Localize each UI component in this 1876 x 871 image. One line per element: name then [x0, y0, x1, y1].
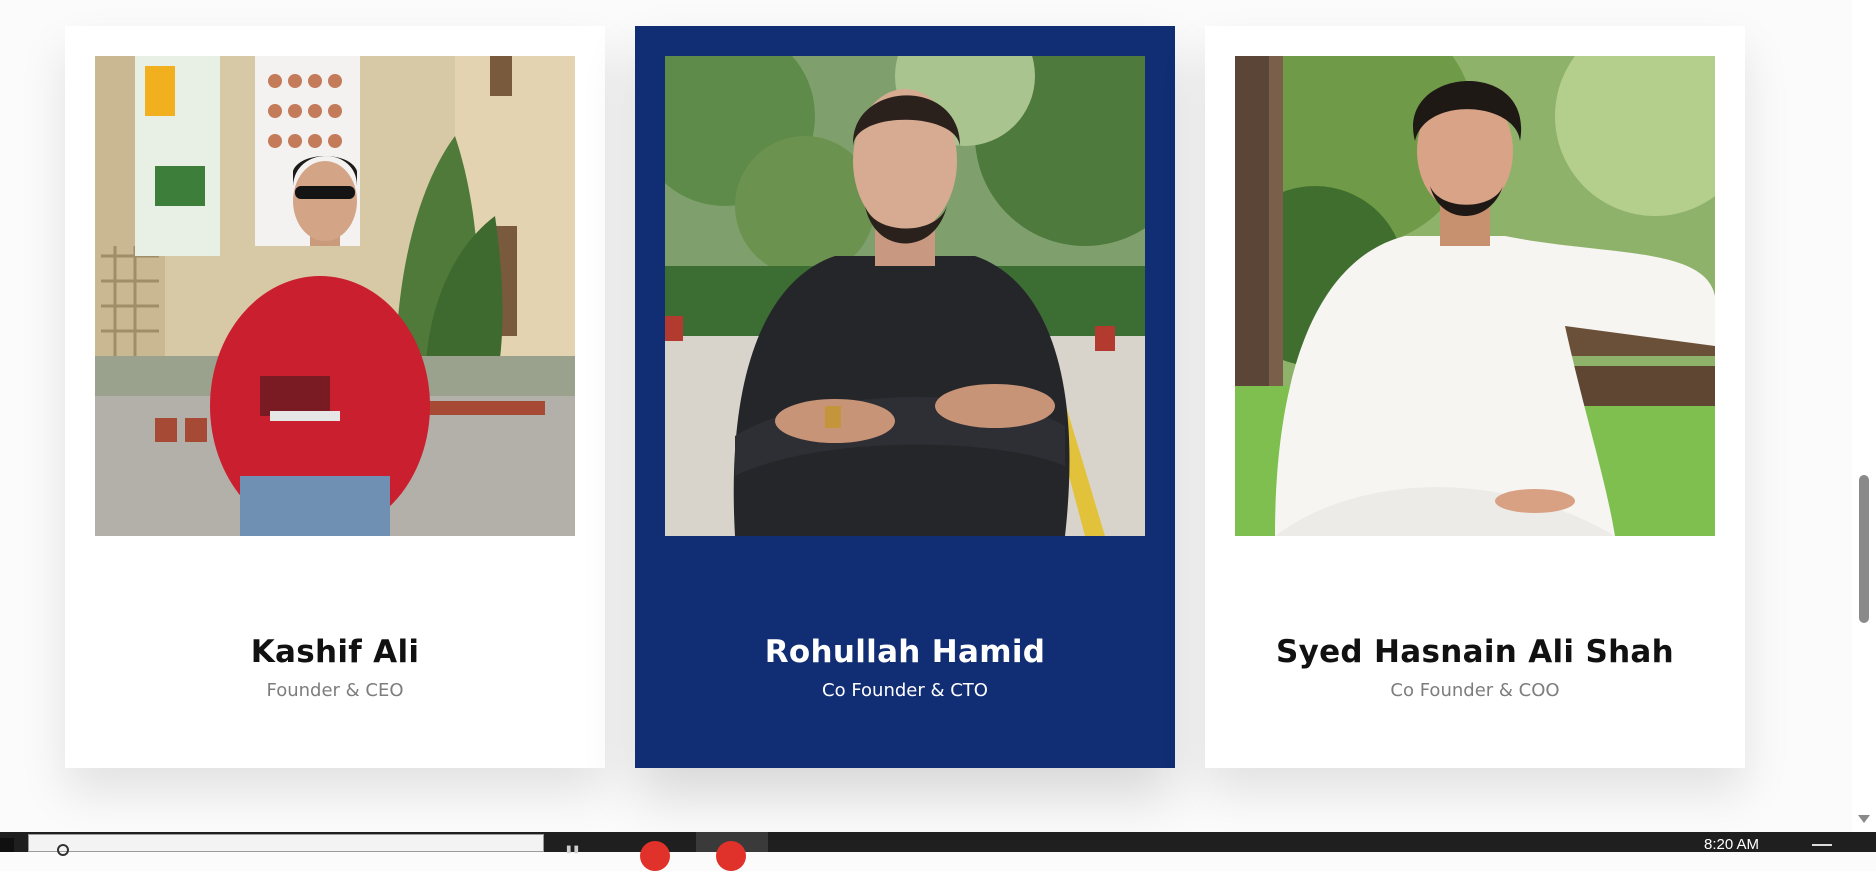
notification-icon[interactable]: [1812, 844, 1832, 854]
member-name: Rohullah Hamid: [764, 634, 1046, 670]
team-photo-kashif-ali: [95, 56, 575, 536]
page-scrollbar[interactable]: [1852, 0, 1876, 832]
member-role: Founder & CEO: [266, 680, 404, 701]
team-card-syed-hasnain-ali-shah: Syed Hasnain Ali Shah Co Founder & COO: [1205, 26, 1745, 768]
scrollbar-thumb[interactable]: [1859, 475, 1869, 623]
scroll-down-arrow-icon[interactable]: [1858, 815, 1870, 823]
team-photo-syed-hasnain-ali-shah: [1235, 56, 1715, 536]
taskbar-app-icon[interactable]: [716, 841, 746, 871]
search-icon: [57, 844, 69, 856]
member-name: Kashif Ali: [250, 634, 420, 670]
start-button-icon[interactable]: [0, 838, 14, 852]
team-card-kashif-ali: Kashif Ali Founder & CEO: [65, 26, 605, 768]
team-card-rohullah-hamid: Rohullah Hamid Co Founder & CTO: [635, 26, 1175, 768]
os-taskbar: ▮▮ 8:20 AM: [0, 832, 1876, 871]
member-role: Co Founder & COO: [1390, 680, 1560, 701]
task-view-icon[interactable]: ▮▮: [566, 844, 581, 855]
team-section: Kashif Ali Founder & CEO Rohullah Hamid …: [0, 0, 1852, 832]
taskbar-app-icon[interactable]: [640, 841, 670, 871]
member-name: Syed Hasnain Ali Shah: [1275, 634, 1675, 670]
taskbar-clock[interactable]: 8:20 AM: [1704, 836, 1759, 853]
team-photo-rohullah-hamid: [665, 56, 1145, 536]
taskbar-search-box[interactable]: [28, 834, 544, 856]
member-role: Co Founder & CTO: [822, 680, 988, 701]
